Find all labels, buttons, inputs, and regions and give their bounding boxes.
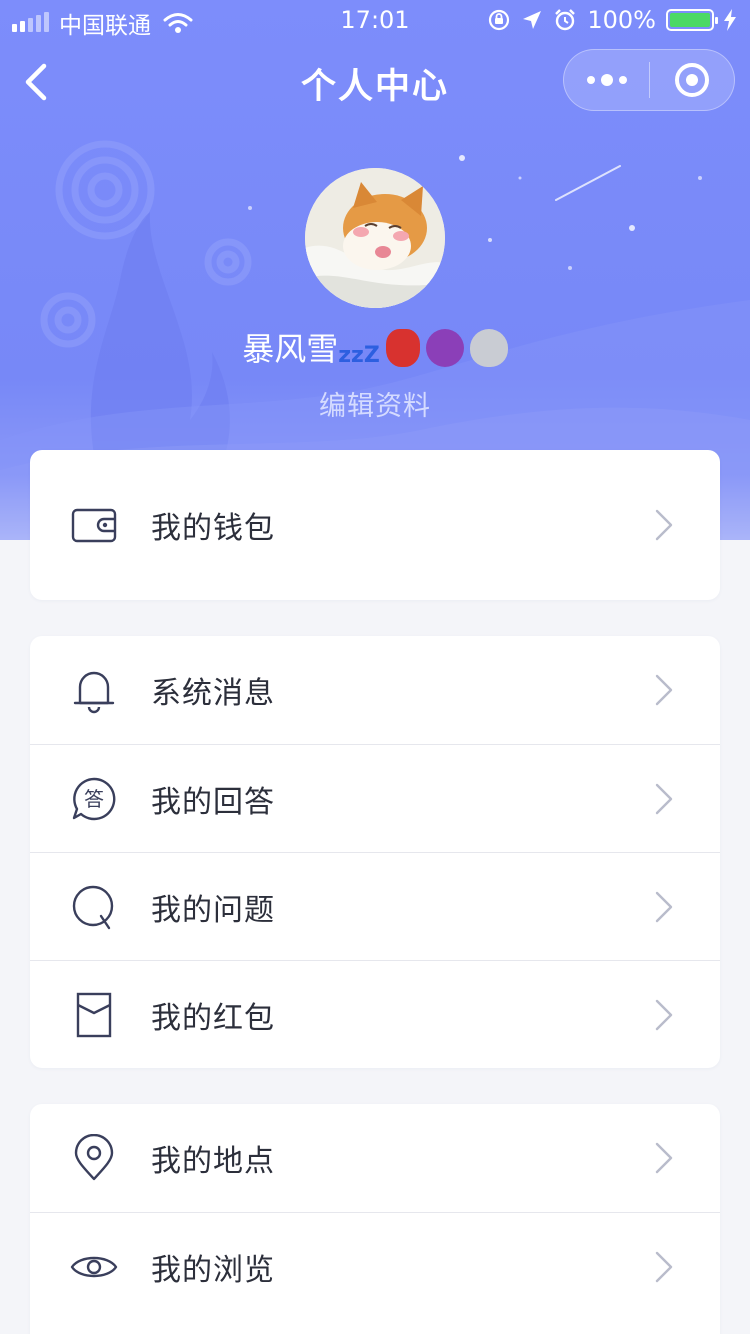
more-options-icon[interactable] [564,49,649,111]
edit-profile-link[interactable]: 编辑资料 [0,384,750,423]
menu-item-label: 我的钱包 [151,511,275,546]
charging-bolt-icon [724,9,736,31]
status-bar: 中国联通 17:01 100% [0,0,750,40]
chevron-right-icon [655,674,673,706]
menu-item-label: 我的问题 [151,892,275,928]
menu-item-my-locations[interactable]: 我的地点 [30,1104,720,1212]
menu-item-label: 我的地点 [151,1144,275,1179]
chevron-right-icon [655,1251,673,1282]
red-envelope-icon [76,992,112,1037]
answer-bubble-icon: 答 [72,777,116,820]
rotation-lock-icon [489,9,510,31]
menu-item-label: 我的回答 [151,784,275,820]
menu-item-my-answers[interactable]: 答 我的回答 [30,744,720,852]
close-miniprogram-icon[interactable] [650,49,734,111]
menu-item-label: 我的红包 [151,1000,275,1036]
zzz-emoji: zzZ [338,343,380,368]
menu-item-label: 系统消息 [151,676,275,711]
menu-item-my-browsing[interactable]: 我的浏览 [30,1212,720,1320]
svg-text:答: 答 [84,787,104,811]
wallet-card: 我的钱包 [30,450,720,600]
chevron-right-icon [655,1142,673,1174]
menu-item-wallet[interactable]: 我的钱包 [30,450,720,600]
bell-icon [73,671,115,714]
kitten-avatar-image [305,168,445,308]
smiling-devil-emoji [425,329,464,367]
alarm-icon [555,9,576,31]
battery-icon [666,9,718,31]
wallet-icon [71,508,117,543]
user-nickname: 暴风雪 [242,330,339,368]
question-icon [72,885,114,929]
goblin-mask-emoji [385,329,420,367]
avatar[interactable] [305,168,445,308]
chevron-right-icon [655,999,673,1030]
location-arrow-icon [523,11,542,29]
messages-card: 系统消息 答 我的回答 我的问题 我的红包 [30,636,720,1068]
menu-item-my-questions[interactable]: 我的问题 [30,852,720,960]
profile-name: 暴风雪zzZ [0,325,750,378]
location-pin-icon [74,1134,114,1181]
history-card: 我的地点 我的浏览 [30,1104,720,1334]
menu-item-label: 我的浏览 [151,1252,275,1288]
menu-item-my-red-envelopes[interactable]: 我的红包 [30,960,720,1068]
chevron-right-icon [655,509,673,541]
battery-percentage: 100% [587,6,656,34]
chevron-right-icon [655,891,673,922]
miniprogram-capsule [563,49,735,111]
eye-icon [70,1256,118,1277]
menu-item-system-messages[interactable]: 系统消息 [30,636,720,744]
alien-emoji [469,329,508,367]
chevron-right-icon [655,783,673,814]
